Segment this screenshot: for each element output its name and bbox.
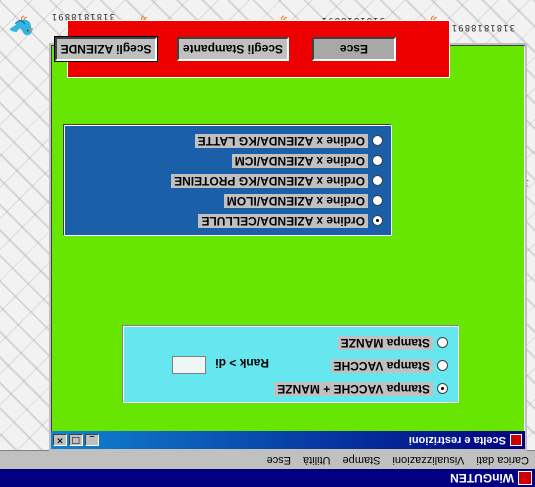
radio-order-kg-latte[interactable]: Ordine x AZIENDA/KG LATTE bbox=[194, 134, 383, 148]
minimize-button[interactable]: _ bbox=[85, 434, 99, 446]
radio-label: Stampa VACCHE bbox=[330, 359, 433, 373]
radio-order-ilom[interactable]: Ordine x AZIENDA/ILOM bbox=[223, 194, 383, 208]
menu-visualizzazioni[interactable]: Visualizzazioni bbox=[386, 454, 470, 466]
select-printer-button[interactable]: Scegli Stampante bbox=[177, 37, 289, 61]
menu-stampe[interactable]: Stampe bbox=[337, 454, 387, 466]
radio-print-manze[interactable]: Stampa MANZE bbox=[337, 336, 448, 350]
radio-print-both[interactable]: Stampa VACCHE + MANZE bbox=[274, 382, 448, 396]
radio-button[interactable] bbox=[372, 175, 383, 187]
dialog-icon[interactable] bbox=[510, 434, 522, 446]
radio-button[interactable] bbox=[372, 135, 383, 147]
radio-button[interactable] bbox=[437, 383, 448, 395]
radio-button[interactable] bbox=[437, 337, 448, 349]
radio-label: Stampa VACCHE + MANZE bbox=[274, 382, 433, 396]
app-title: WinGUTEN bbox=[450, 471, 514, 485]
order-options-group: Ordine x AZIENDA/CELLULE Ordine x AZIEND… bbox=[64, 125, 392, 236]
radio-button[interactable] bbox=[437, 360, 448, 372]
select-companies-button[interactable]: Scegli AZIENDE bbox=[54, 36, 158, 62]
selection-dialog: Scelta e restrizioni _ □ × Stampa VACCHE… bbox=[49, 20, 527, 451]
radio-label: Ordine x AZIENDA/KG LATTE bbox=[194, 134, 368, 148]
radio-button[interactable] bbox=[372, 195, 383, 207]
wallpaper-bird-icon: 🐦 bbox=[7, 14, 35, 39]
exit-button[interactable]: Esce bbox=[312, 37, 396, 61]
dialog-title: Scelta e restrizioni bbox=[408, 434, 506, 446]
radio-print-vacche[interactable]: Stampa VACCHE bbox=[330, 359, 448, 373]
maximize-button[interactable]: □ bbox=[69, 434, 83, 446]
screen: 3181818891 3181818891 3181818891 3181818… bbox=[0, 0, 535, 487]
radio-button[interactable] bbox=[372, 215, 383, 227]
wallpaper-text: 3181818891 bbox=[450, 22, 515, 32]
radio-label: Ordine x AZIENDA/ILOM bbox=[223, 194, 368, 208]
rank-label: Rank > di bbox=[215, 356, 269, 370]
menu-esce[interactable]: Esce bbox=[261, 454, 297, 466]
menubar: Carica dati Visualizzazioni Stampe Utili… bbox=[0, 450, 535, 469]
app-titlebar[interactable]: WinGUTEN bbox=[0, 469, 535, 487]
radio-label: Ordine x AZIENDA/ICM bbox=[231, 154, 368, 168]
radio-order-cellule[interactable]: Ordine x AZIENDA/CELLULE bbox=[198, 214, 383, 228]
radio-order-icm[interactable]: Ordine x AZIENDA/ICM bbox=[231, 154, 383, 168]
menu-utilita[interactable]: Utilità bbox=[297, 454, 337, 466]
action-buttons-group: Esce Scegli Stampante Scegli AZIENDE bbox=[54, 20, 450, 78]
radio-label: Ordine x AZIENDA/KG PROTEINE bbox=[171, 174, 368, 188]
app-icon[interactable] bbox=[518, 471, 532, 485]
menu-carica-dati[interactable]: Carica dati bbox=[470, 454, 535, 466]
radio-button[interactable] bbox=[372, 155, 383, 167]
dialog-titlebar[interactable]: Scelta e restrizioni _ □ × bbox=[51, 431, 525, 449]
close-button[interactable]: × bbox=[53, 434, 67, 446]
radio-label: Stampa MANZE bbox=[337, 336, 433, 350]
rank-input[interactable] bbox=[172, 356, 206, 374]
radio-order-kg-proteine[interactable]: Ordine x AZIENDA/KG PROTEINE bbox=[171, 174, 383, 188]
radio-label: Ordine x AZIENDA/CELLULE bbox=[198, 214, 368, 228]
print-options-group: Stampa VACCHE + MANZE Stampa VACCHE Stam… bbox=[123, 326, 459, 403]
